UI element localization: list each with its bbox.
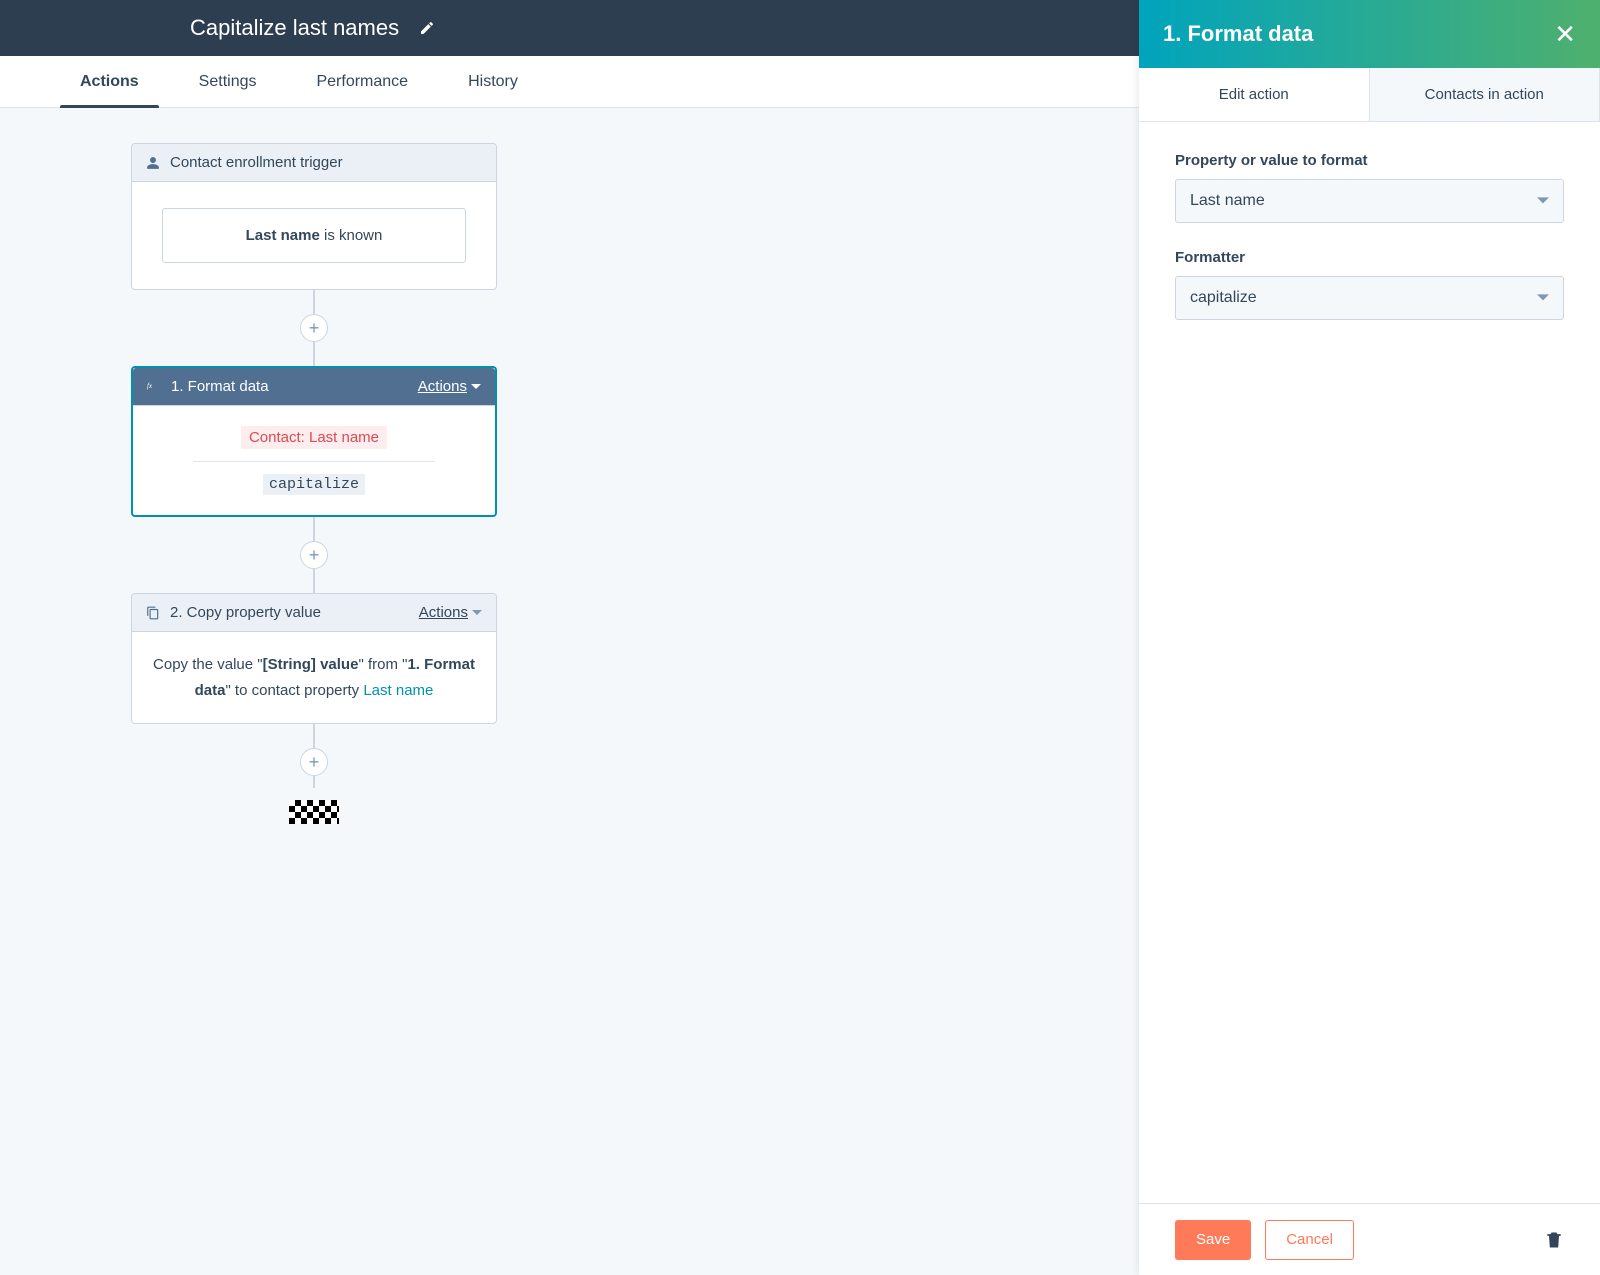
format-data-card[interactable]: fx 1. Format data Actions Contact: Last … <box>131 366 497 517</box>
field-property-label: Property or value to format <box>1175 152 1564 169</box>
pencil-icon[interactable] <box>419 20 435 36</box>
formatter-chip: capitalize <box>263 474 365 495</box>
field-formatter-label: Formatter <box>1175 249 1564 266</box>
step1-actions-menu[interactable]: Actions <box>418 378 481 395</box>
panel-tabs: Edit action Contacts in action <box>1139 68 1600 122</box>
caret-down-icon <box>1537 195 1549 207</box>
formatter-select[interactable]: capitalize <box>1175 276 1564 320</box>
step2-description: Copy the value "[String] value" from "1.… <box>132 632 496 723</box>
tab-history[interactable]: History <box>438 56 548 108</box>
workflow-canvas: Contact enrollment trigger Last name is … <box>0 108 1139 1275</box>
panel-title: 1. Format data <box>1163 21 1554 47</box>
trigger-condition: Last name is known <box>162 208 466 263</box>
save-button[interactable]: Save <box>1175 1220 1251 1260</box>
close-icon[interactable]: ✕ <box>1554 19 1576 50</box>
caret-down-icon <box>1537 292 1549 304</box>
property-select[interactable]: Last name <box>1175 179 1564 223</box>
property-token: Contact: Last name <box>241 426 387 449</box>
trigger-title: Contact enrollment trigger <box>170 154 343 171</box>
panel-tab-contacts[interactable]: Contacts in action <box>1370 68 1600 121</box>
workflow-title: Capitalize last names <box>190 15 399 41</box>
caret-down-icon <box>472 608 482 618</box>
panel-tab-edit[interactable]: Edit action <box>1139 68 1370 121</box>
svg-text:fx: fx <box>147 382 153 390</box>
copy-icon <box>146 606 160 620</box>
cancel-button[interactable]: Cancel <box>1265 1220 1354 1260</box>
step1-title: 1. Format data <box>171 378 269 395</box>
copy-property-card[interactable]: 2. Copy property value Actions Copy the … <box>131 593 497 724</box>
finish-flag-icon <box>289 800 339 824</box>
trash-icon[interactable] <box>1544 1230 1564 1250</box>
step2-actions-menu[interactable]: Actions <box>419 604 482 621</box>
step2-title: 2. Copy property value <box>170 604 321 621</box>
tab-settings[interactable]: Settings <box>169 56 287 108</box>
tab-performance[interactable]: Performance <box>286 56 438 108</box>
add-step-button[interactable]: + <box>300 748 328 776</box>
panel-header: 1. Format data ✕ <box>1139 0 1600 68</box>
trigger-card[interactable]: Contact enrollment trigger Last name is … <box>131 143 497 290</box>
function-icon: fx <box>147 380 161 394</box>
caret-down-icon <box>471 382 481 392</box>
contact-icon <box>146 156 160 170</box>
add-step-button[interactable]: + <box>300 541 328 569</box>
tab-actions[interactable]: Actions <box>50 56 169 108</box>
add-step-button[interactable]: + <box>300 314 328 342</box>
panel-footer: Save Cancel <box>1139 1203 1600 1275</box>
side-panel: 1. Format data ✕ Edit action Contacts in… <box>1139 0 1600 1275</box>
